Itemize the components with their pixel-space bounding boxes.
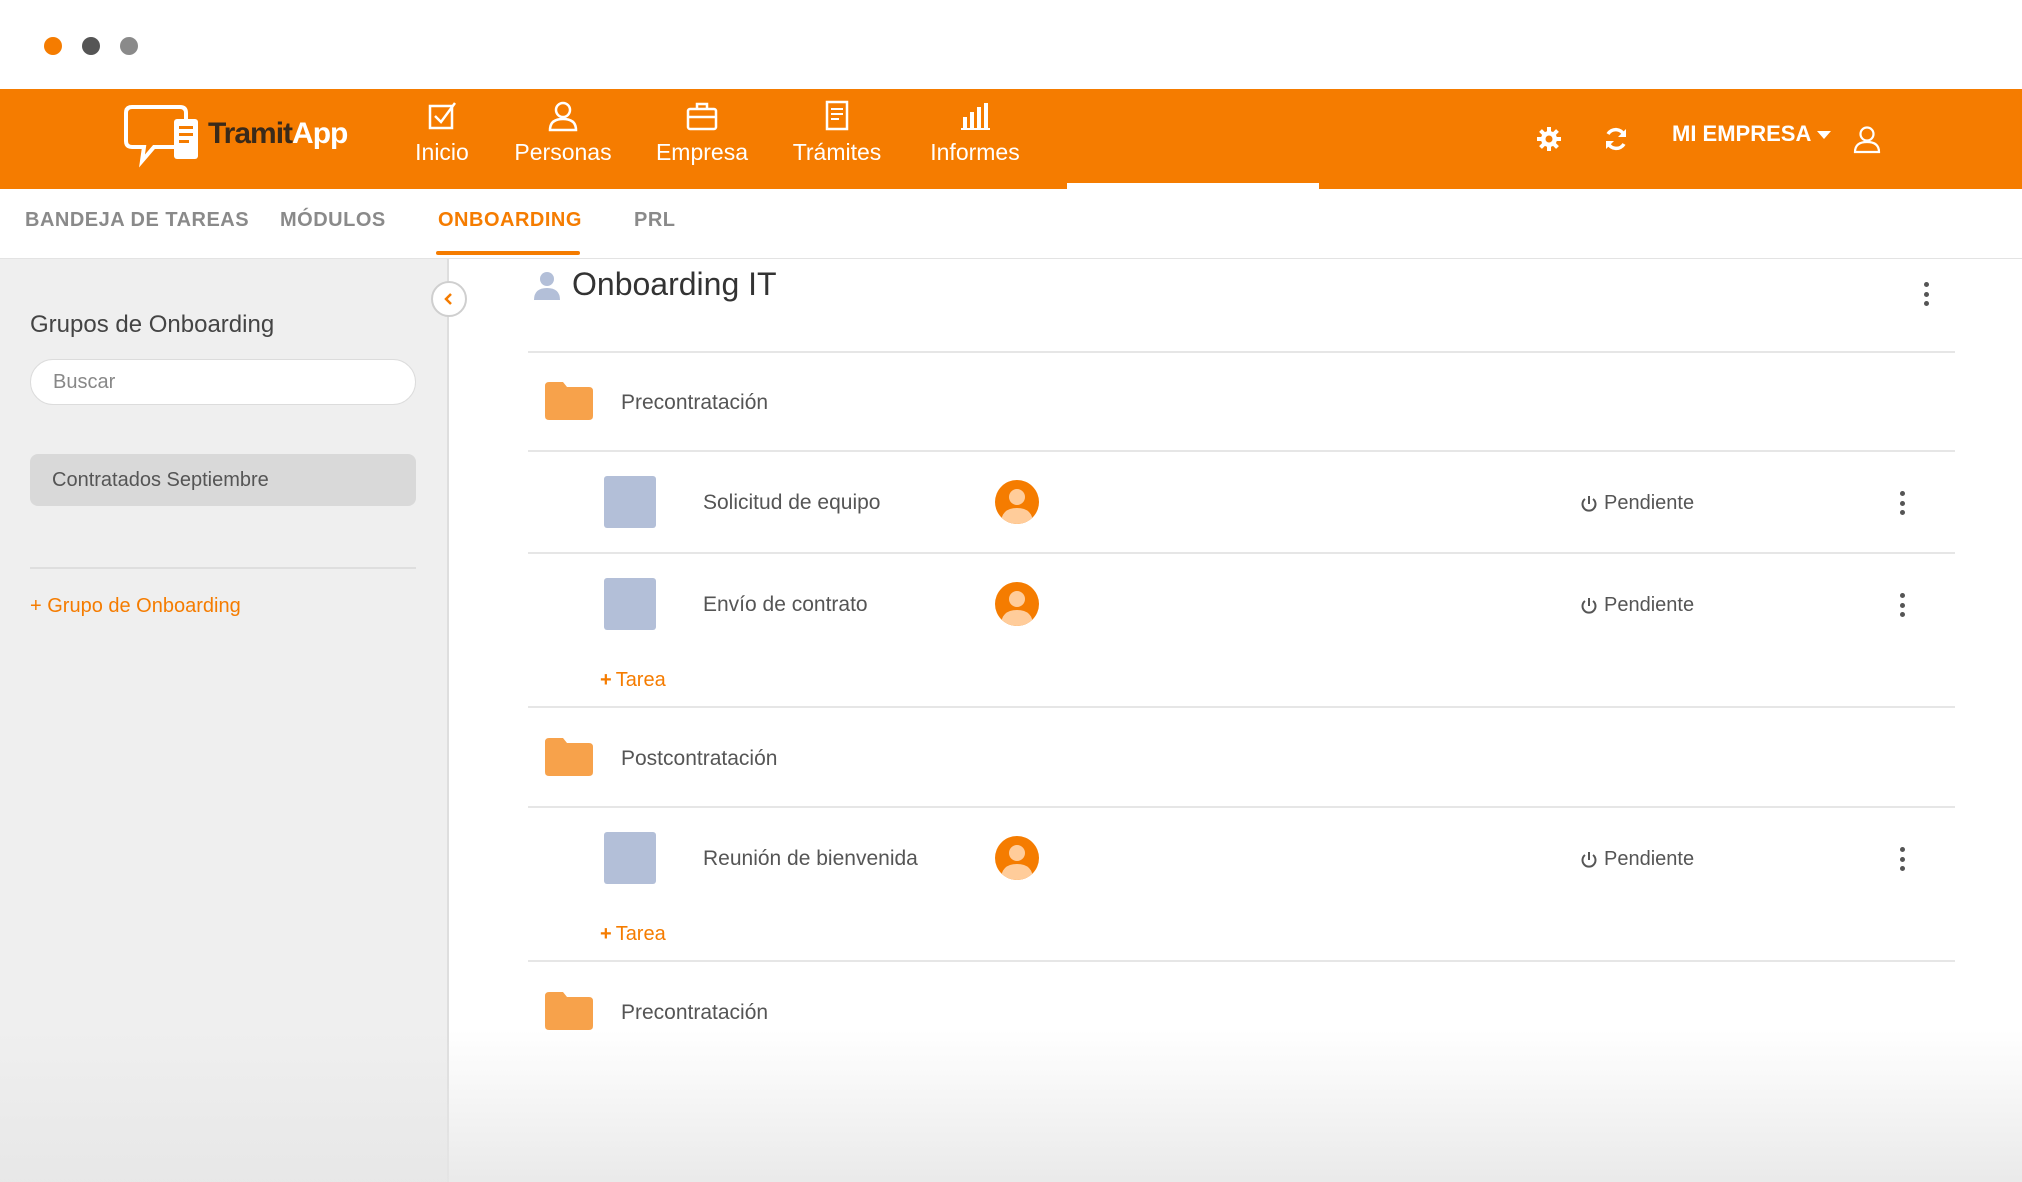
nav-empresa[interactable]: Empresa [652, 89, 752, 189]
checkbox-icon [428, 102, 457, 130]
sidebar-divider [30, 567, 416, 569]
avatar[interactable] [995, 582, 1039, 626]
nav-tramites[interactable]: Trámites [787, 89, 887, 189]
sub-tabs: BANDEJA DE TAREAS MÓDULOS ONBOARDING PRL [0, 189, 2022, 259]
bar-chart-icon [961, 103, 990, 130]
status-badge: Pendiente [1580, 492, 1694, 515]
search-input[interactable] [30, 359, 416, 405]
chevron-left-icon [444, 293, 452, 305]
person-icon [548, 101, 578, 132]
caret-down-icon [1817, 131, 1832, 140]
person-icon [534, 272, 560, 300]
task-menu-icon[interactable] [1897, 593, 1907, 617]
avatar[interactable] [995, 836, 1039, 880]
power-icon [1581, 597, 1597, 614]
add-task-button[interactable]: + Tarea [600, 923, 666, 946]
document-icon [825, 100, 849, 131]
tab-active-underline [436, 251, 580, 255]
task-menu-icon[interactable] [1897, 847, 1907, 871]
task-menu-icon[interactable] [1897, 491, 1907, 515]
task-checkbox[interactable] [604, 476, 656, 528]
power-icon [1581, 851, 1597, 868]
divider [528, 960, 1955, 962]
gear-icon[interactable] [1526, 116, 1572, 162]
tab-bandeja-de-tareas[interactable]: BANDEJA DE TAREAS [25, 209, 249, 232]
divider [528, 552, 1955, 554]
section-label[interactable]: Precontratación [621, 391, 768, 415]
chat-bubble-logo-icon [124, 105, 198, 168]
sidebar: Grupos de Onboarding Contratados Septiem… [0, 259, 449, 1182]
company-dropdown[interactable]: MI EMPRESA [1672, 121, 1832, 147]
avatar[interactable] [995, 480, 1039, 524]
add-group-link[interactable]: + Grupo de Onboarding [30, 595, 241, 618]
task-checkbox[interactable] [604, 578, 656, 630]
nav-inicio[interactable]: Inicio [407, 89, 477, 189]
section-label[interactable]: Precontratación [621, 1001, 768, 1025]
task-label[interactable]: Envío de contrato [703, 593, 868, 617]
plus-icon: + [600, 923, 612, 945]
folder-icon [545, 382, 593, 420]
nav-informes[interactable]: Informes [924, 89, 1026, 189]
divider [528, 806, 1955, 808]
plus-icon: + [600, 669, 612, 691]
window-maximize-dot[interactable] [120, 37, 138, 55]
sidebar-item-contratados-septiembre[interactable]: Contratados Septiembre [30, 454, 416, 506]
sidebar-title: Grupos de Onboarding [30, 311, 275, 338]
nav-personas[interactable]: Personas [513, 89, 613, 189]
status-badge: Pendiente [1580, 594, 1694, 617]
briefcase-icon [686, 102, 718, 131]
folder-icon [545, 992, 593, 1030]
window-chrome [0, 0, 2022, 89]
window-close-dot[interactable] [44, 37, 62, 55]
logo-text: TramitApp [208, 117, 348, 150]
app-window: TramitApp Inicio Personas Empresa Trámit… [0, 0, 2022, 1182]
task-label[interactable]: Reunión de bienvenida [703, 847, 918, 871]
task-label[interactable]: Solicitud de equipo [703, 491, 880, 515]
folder-icon [545, 738, 593, 776]
divider [528, 351, 1955, 353]
tramitapp-logo[interactable]: TramitApp [120, 99, 360, 179]
window-minimize-dot[interactable] [82, 37, 100, 55]
status-badge: Pendiente [1580, 848, 1694, 871]
divider [528, 450, 1955, 452]
add-task-button[interactable]: + Tarea [600, 669, 666, 692]
power-icon [1581, 495, 1597, 512]
top-header: TramitApp Inicio Personas Empresa Trámit… [0, 89, 2022, 189]
page-title: Onboarding IT [572, 266, 777, 302]
user-icon[interactable] [1844, 116, 1890, 162]
tab-modulos[interactable]: MÓDULOS [280, 209, 386, 232]
divider [528, 706, 1955, 708]
collapse-sidebar-button[interactable] [431, 281, 467, 317]
company-label: MI EMPRESA [1672, 121, 1812, 146]
more-options-icon[interactable] [1921, 282, 1931, 306]
section-label[interactable]: Postcontratación [621, 747, 777, 771]
refresh-icon[interactable] [1593, 116, 1639, 162]
task-checkbox[interactable] [604, 832, 656, 884]
tab-prl[interactable]: PRL [634, 209, 676, 232]
tab-onboarding[interactable]: ONBOARDING [438, 209, 582, 232]
